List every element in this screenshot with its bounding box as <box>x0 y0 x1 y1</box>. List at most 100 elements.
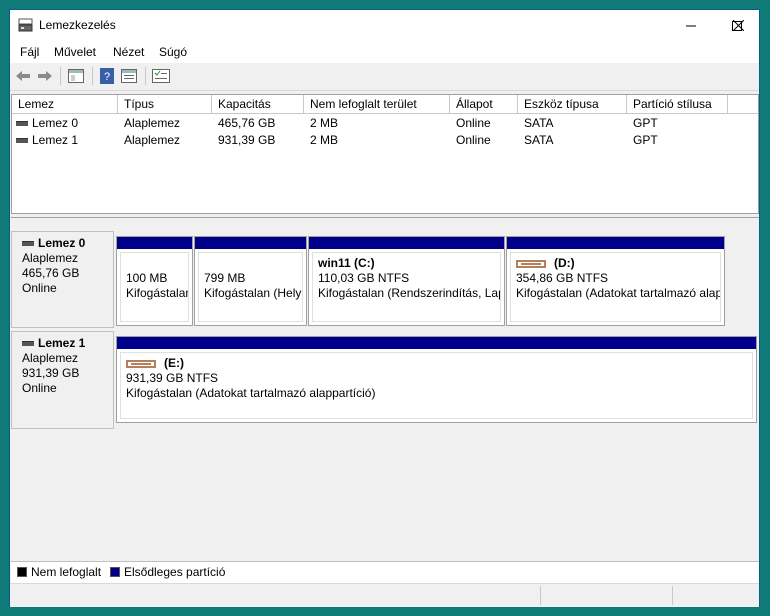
table-row[interactable]: Lemez 1 Alaplemez 931,39 GB 2 MB Online … <box>12 132 758 148</box>
partition-status: Kifogástalan <box>126 286 189 300</box>
table-row[interactable]: Lemez 0 Alaplemez 465,76 GB 2 MB Online … <box>12 115 758 131</box>
minimize-button[interactable] <box>668 10 714 41</box>
list-icon <box>152 69 170 83</box>
cell-capacity: 465,76 GB <box>218 116 276 130</box>
cell-partition-style: GPT <box>633 133 658 147</box>
legend-item: Elsődleges partíció <box>110 565 225 579</box>
arrow-left-icon <box>16 71 30 81</box>
help-button[interactable]: ? <box>98 68 116 84</box>
partition-bar <box>195 237 306 249</box>
toolbar-separator <box>92 67 93 85</box>
partition-size: 354,86 GB NTFS <box>516 271 609 285</box>
menu-help[interactable]: Súgó <box>159 45 187 59</box>
disk-graph-panel: Lemez 0 Alaplemez 465,76 GB Online 100 M… <box>11 217 759 574</box>
partition-body: win11 (C:) 110,03 GB NTFS Kifogástalan (… <box>312 252 501 322</box>
properties-icon <box>121 69 137 83</box>
cell-device-type: SATA <box>524 133 554 147</box>
minimize-icon <box>686 25 696 26</box>
partition-status: Kifogástalan (Adatokat tartalmazó alap <box>516 286 721 300</box>
disk-management-icon <box>18 18 33 32</box>
partition-body: (D:) 354,86 GB NTFS Kifogástalan (Adatok… <box>510 252 721 322</box>
toolbar: ? <box>10 63 759 91</box>
partition-block[interactable]: 799 MB Kifogástalan (Hely <box>194 236 307 326</box>
partition-bar <box>117 237 192 249</box>
cell-disk: Lemez 1 <box>16 132 78 148</box>
partition-block[interactable]: 100 MB Kifogástalan <box>116 236 193 326</box>
partition-size: 799 MB <box>204 271 246 285</box>
partition-block[interactable]: (E:) 931,39 GB NTFS Kifogástalan (Adatok… <box>116 336 757 423</box>
partition-bar <box>117 337 756 349</box>
partition-block[interactable]: (D:) 354,86 GB NTFS Kifogástalan (Adatok… <box>506 236 725 326</box>
partition-bar <box>507 237 724 249</box>
arrow-right-icon <box>38 71 52 81</box>
partition-size: 110,03 GB NTFS <box>318 271 410 285</box>
disk-type: Alaplemez <box>22 251 79 265</box>
toolbar-separator <box>145 67 146 85</box>
partition-title: (D:) <box>516 256 720 271</box>
menu-file[interactable]: Fájl <box>20 45 39 59</box>
disk-status: Online <box>22 381 57 395</box>
partition-size: 931,39 GB NTFS <box>126 371 219 385</box>
disk-icon <box>16 121 28 127</box>
title-bar[interactable]: Lemezkezelés <box>10 10 759 41</box>
disk-label[interactable]: Lemez 1 Alaplemez 931,39 GB Online <box>11 331 114 429</box>
close-icon <box>732 20 744 31</box>
cell-unallocated: 2 MB <box>310 133 339 147</box>
partition-status: Kifogástalan (Hely <box>204 286 302 300</box>
cell-capacity: 931,39 GB <box>218 133 276 147</box>
console-button[interactable] <box>67 68 85 84</box>
disk-type: Alaplemez <box>22 351 79 365</box>
partition-status: Kifogástalan (Rendszerindítás, Lapo <box>318 286 501 300</box>
legend-swatch-unallocated <box>17 567 27 577</box>
disk-management-window: Lemezkezelés Fájl Művelet Nézet Súgó ? L… <box>9 9 760 607</box>
column-header-disk[interactable]: Lemez <box>12 95 118 114</box>
disk-icon <box>22 341 34 347</box>
partition-body: 799 MB Kifogástalan (Hely <box>198 252 303 322</box>
disk-label[interactable]: Lemez 0 Alaplemez 465,76 GB Online <box>11 231 114 328</box>
partition-status: Kifogástalan (Adatokat tartalmazó alappa… <box>126 386 376 400</box>
menu-action[interactable]: Művelet <box>54 45 96 59</box>
partition-title <box>204 256 302 271</box>
cell-unallocated: 2 MB <box>310 116 339 130</box>
disk-row-0: Lemez 0 Alaplemez 465,76 GB Online 100 M… <box>11 231 755 328</box>
partition-block[interactable]: win11 (C:) 110,03 GB NTFS Kifogástalan (… <box>308 236 505 326</box>
partition-body: 100 MB Kifogástalan <box>120 252 189 322</box>
cell-type: Alaplemez <box>124 116 181 130</box>
svg-text:?: ? <box>104 71 110 83</box>
column-header-filler <box>728 95 758 114</box>
cell-disk: Lemez 0 <box>16 115 78 131</box>
cell-type: Alaplemez <box>124 133 181 147</box>
help-icon: ? <box>100 68 114 84</box>
disk-name: Lemez 1 <box>22 336 113 351</box>
partition-title: (E:) <box>126 356 752 371</box>
properties-button[interactable] <box>120 68 138 84</box>
column-header-unallocated[interactable]: Nem lefoglalt terület <box>304 95 450 114</box>
partition-bar <box>309 237 504 249</box>
volume-list: Lemez Típus Kapacitás Nem lefoglalt terü… <box>11 94 759 214</box>
column-header-status[interactable]: Állapot <box>450 95 518 114</box>
disk-status: Online <box>22 281 57 295</box>
cell-device-type: SATA <box>524 116 554 130</box>
disk-row-1: Lemez 1 Alaplemez 931,39 GB Online (E:) … <box>11 331 757 429</box>
menu-view[interactable]: Nézet <box>113 45 144 59</box>
column-header-type[interactable]: Típus <box>118 95 212 114</box>
drive-icon <box>516 259 546 268</box>
column-header-device-type[interactable]: Eszköz típusa <box>518 95 627 114</box>
list-button[interactable] <box>152 68 170 84</box>
disk-size: 931,39 GB <box>22 366 80 380</box>
disk-name: Lemez 0 <box>22 236 113 251</box>
back-button[interactable] <box>14 68 32 84</box>
cell-status: Online <box>456 116 491 130</box>
disk-icon <box>22 241 34 247</box>
legend-swatch-primary <box>110 567 120 577</box>
console-icon <box>68 69 84 83</box>
legend: Nem lefoglalt Elsődleges partíció <box>11 561 759 583</box>
status-cell <box>540 586 673 605</box>
close-button[interactable] <box>715 10 761 41</box>
cell-status: Online <box>456 133 491 147</box>
column-header-partition-style[interactable]: Partíció stílusa <box>627 95 728 114</box>
column-header-capacity[interactable]: Kapacitás <box>212 95 304 114</box>
forward-button[interactable] <box>36 68 54 84</box>
status-bar <box>10 583 759 607</box>
disk-size: 465,76 GB <box>22 266 80 280</box>
